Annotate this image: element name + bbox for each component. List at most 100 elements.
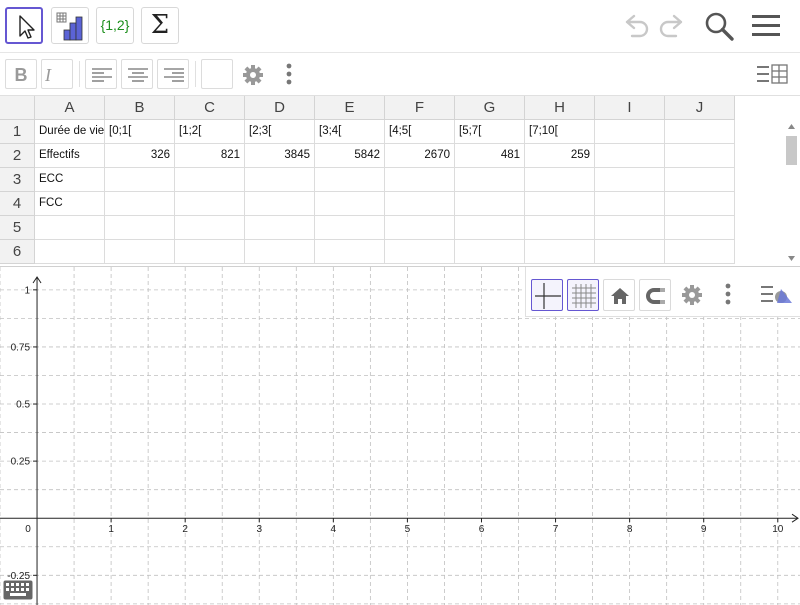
column-header-b[interactable]: B	[105, 96, 175, 120]
cell-j1[interactable]	[665, 120, 735, 144]
gear-icon[interactable]	[678, 281, 706, 309]
cell-i4[interactable]	[595, 192, 665, 216]
cell-d3[interactable]	[245, 168, 315, 192]
cell-j3[interactable]	[665, 168, 735, 192]
cell-e4[interactable]	[315, 192, 385, 216]
cell-f3[interactable]	[385, 168, 455, 192]
column-header-a[interactable]: A	[35, 96, 105, 120]
column-header-f[interactable]: F	[385, 96, 455, 120]
cell-b1[interactable]: [0;1[	[105, 120, 175, 144]
cell-h4[interactable]	[525, 192, 595, 216]
cell-d1[interactable]: [2;3[	[245, 120, 315, 144]
cell-f2[interactable]: 2670	[385, 144, 455, 168]
point-capturing-button[interactable]	[639, 279, 671, 311]
cell-b5[interactable]	[105, 216, 175, 240]
cell-c5[interactable]	[175, 216, 245, 240]
cell-f1[interactable]: [4;5[	[385, 120, 455, 144]
cell-a4[interactable]: FCC	[35, 192, 105, 216]
spreadsheet-corner[interactable]	[0, 96, 35, 120]
cell-f6[interactable]	[385, 240, 455, 264]
cell-i2[interactable]	[595, 144, 665, 168]
cell-i6[interactable]	[595, 240, 665, 264]
cell-g6[interactable]	[455, 240, 525, 264]
search-icon[interactable]	[703, 10, 735, 42]
cell-c4[interactable]	[175, 192, 245, 216]
cell-e2[interactable]: 5842	[315, 144, 385, 168]
move-tool-button[interactable]	[5, 7, 43, 44]
cell-c6[interactable]	[175, 240, 245, 264]
spreadsheet-view-icon[interactable]	[755, 63, 789, 87]
column-header-h[interactable]: H	[525, 96, 595, 120]
vertical-scrollbar[interactable]	[783, 120, 800, 266]
cell-h5[interactable]	[525, 216, 595, 240]
row-header-1[interactable]: 1	[0, 120, 35, 144]
cell-e5[interactable]	[315, 216, 385, 240]
cell-a6[interactable]	[35, 240, 105, 264]
cell-h1[interactable]: [7;10[	[525, 120, 595, 144]
cell-j2[interactable]	[665, 144, 735, 168]
row-header-3[interactable]: 3	[0, 168, 35, 192]
cell-i5[interactable]	[595, 216, 665, 240]
cell-g1[interactable]: [5;7[	[455, 120, 525, 144]
align-center-button[interactable]	[121, 59, 153, 89]
cell-b3[interactable]	[105, 168, 175, 192]
cell-g4[interactable]	[455, 192, 525, 216]
cell-b6[interactable]	[105, 240, 175, 264]
align-right-button[interactable]	[157, 59, 189, 89]
column-header-e[interactable]: E	[315, 96, 385, 120]
cell-f4[interactable]	[385, 192, 455, 216]
column-header-j[interactable]: J	[665, 96, 735, 120]
italic-button[interactable]: I	[41, 59, 73, 89]
column-header-i[interactable]: I	[595, 96, 665, 120]
background-color-button[interactable]	[201, 59, 233, 89]
cell-d5[interactable]	[245, 216, 315, 240]
cell-a1[interactable]: Durée de vie	[35, 120, 105, 144]
bold-button[interactable]: B	[5, 59, 37, 89]
cell-c2[interactable]: 821	[175, 144, 245, 168]
row-header-5[interactable]: 5	[0, 216, 35, 240]
graphics-canvas[interactable]: 0 1 2 3 4 5 6 7 8 9 1010.750.50.25-0.25	[0, 267, 800, 605]
cell-h3[interactable]	[525, 168, 595, 192]
cell-d4[interactable]	[245, 192, 315, 216]
more-vert-icon[interactable]	[282, 61, 296, 89]
list-tool-button[interactable]: {1,2}	[96, 7, 134, 44]
cell-e6[interactable]	[315, 240, 385, 264]
column-header-d[interactable]: D	[245, 96, 315, 120]
row-header-2[interactable]: 2	[0, 144, 35, 168]
cell-d6[interactable]	[245, 240, 315, 264]
cell-g5[interactable]	[455, 216, 525, 240]
standard-view-button[interactable]	[603, 279, 635, 311]
cell-h2[interactable]: 259	[525, 144, 595, 168]
gear-icon[interactable]	[239, 63, 267, 87]
cell-a5[interactable]	[35, 216, 105, 240]
show-grid-button[interactable]	[567, 279, 599, 311]
column-header-c[interactable]: C	[175, 96, 245, 120]
cell-c3[interactable]	[175, 168, 245, 192]
show-axes-button[interactable]	[531, 279, 563, 311]
keyboard-icon[interactable]	[3, 580, 33, 600]
cell-g2[interactable]: 481	[455, 144, 525, 168]
cell-b4[interactable]	[105, 192, 175, 216]
graphics-style-icon[interactable]	[759, 283, 795, 307]
cell-d2[interactable]: 3845	[245, 144, 315, 168]
align-left-button[interactable]	[85, 59, 117, 89]
more-vert-icon[interactable]	[721, 281, 735, 309]
cell-j4[interactable]	[665, 192, 735, 216]
row-header-6[interactable]: 6	[0, 240, 35, 264]
cell-a3[interactable]: ECC	[35, 168, 105, 192]
cell-g3[interactable]	[455, 168, 525, 192]
redo-icon[interactable]	[656, 10, 688, 42]
cell-i3[interactable]	[595, 168, 665, 192]
graphics-view[interactable]: 0 1 2 3 4 5 6 7 8 9 10 1 0.75 0.5 0.25 -0.25	[0, 266, 800, 605]
column-header-g[interactable]: G	[455, 96, 525, 120]
sum-tool-button[interactable]: Σ	[141, 7, 179, 44]
regression-tool-button[interactable]	[51, 7, 89, 44]
undo-icon[interactable]	[620, 10, 652, 42]
cell-b2[interactable]: 326	[105, 144, 175, 168]
cell-c1[interactable]: [1;2[	[175, 120, 245, 144]
cell-e1[interactable]: [3;4[	[315, 120, 385, 144]
cell-i1[interactable]	[595, 120, 665, 144]
cell-j5[interactable]	[665, 216, 735, 240]
menu-icon[interactable]	[750, 10, 782, 42]
row-header-4[interactable]: 4	[0, 192, 35, 216]
